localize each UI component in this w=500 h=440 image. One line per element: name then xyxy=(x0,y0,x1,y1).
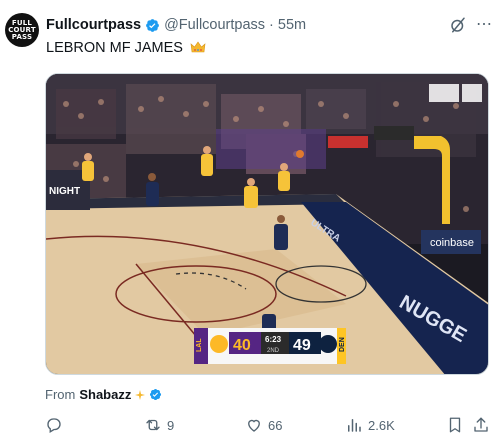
repost-count: 9 xyxy=(167,417,175,433)
source-name[interactable]: Shabazz xyxy=(79,387,131,402)
tweet-text-body: LEBRON MF JAMES xyxy=(46,40,183,56)
avatar[interactable]: FULL COURT PASS xyxy=(5,13,39,47)
display-name[interactable]: Fullcourtpass xyxy=(46,17,141,33)
post-header: Fullcourtpass @Fullcourtpass · 55m xyxy=(46,15,440,35)
handle[interactable]: @Fullcourtpass xyxy=(164,17,265,33)
like-button[interactable]: 66 xyxy=(245,413,282,437)
source-prefix: From xyxy=(45,387,76,402)
views-count: 2.6K xyxy=(368,417,395,433)
like-count: 66 xyxy=(268,417,283,433)
share-icon xyxy=(474,417,488,432)
away-score: 40 xyxy=(233,337,251,354)
home-score: 49 xyxy=(293,337,311,354)
more-icon[interactable]: ⋯ xyxy=(474,15,494,35)
grok-icon[interactable] xyxy=(449,16,467,34)
share-button[interactable] xyxy=(472,413,490,437)
reply-button[interactable] xyxy=(45,413,68,437)
basketball-court-scene: NIGHT ULTRA coinbase NUGGE LAL 40 6:23 2… xyxy=(46,74,488,374)
bookmark-button[interactable] xyxy=(446,413,464,437)
coinbase-sign: coinbase xyxy=(430,237,474,249)
repost-button[interactable]: 9 xyxy=(144,413,174,437)
repost-icon xyxy=(146,419,160,431)
game-period: 2ND xyxy=(267,348,280,354)
views-button[interactable]: 2.6K xyxy=(345,413,395,437)
bookmark-icon xyxy=(449,417,461,433)
video-media[interactable]: NIGHT ULTRA coinbase NUGGE LAL 40 6:23 2… xyxy=(45,73,489,375)
views-icon xyxy=(348,419,361,432)
verified-badge-icon xyxy=(150,388,162,401)
timestamp[interactable]: 55m xyxy=(278,17,306,33)
reply-icon xyxy=(47,418,61,433)
like-icon xyxy=(248,419,260,432)
sparkle-emoji-icon xyxy=(135,389,146,400)
scoreboard xyxy=(194,328,346,364)
verified-badge-icon xyxy=(146,18,159,32)
crown-emoji-icon xyxy=(190,41,206,53)
separator-dot: · xyxy=(269,17,274,33)
game-clock: 6:23 xyxy=(265,335,282,344)
tweet-text: LEBRON MF JAMES xyxy=(46,40,206,56)
source-attribution: From Shabazz xyxy=(45,387,162,402)
action-bar: 9 66 2.6K xyxy=(0,413,500,437)
avatar-text-line-3: PASS xyxy=(11,32,33,41)
away-team: LAL xyxy=(196,338,203,352)
home-team: DEN xyxy=(339,337,346,352)
board-text: NIGHT xyxy=(49,186,80,197)
